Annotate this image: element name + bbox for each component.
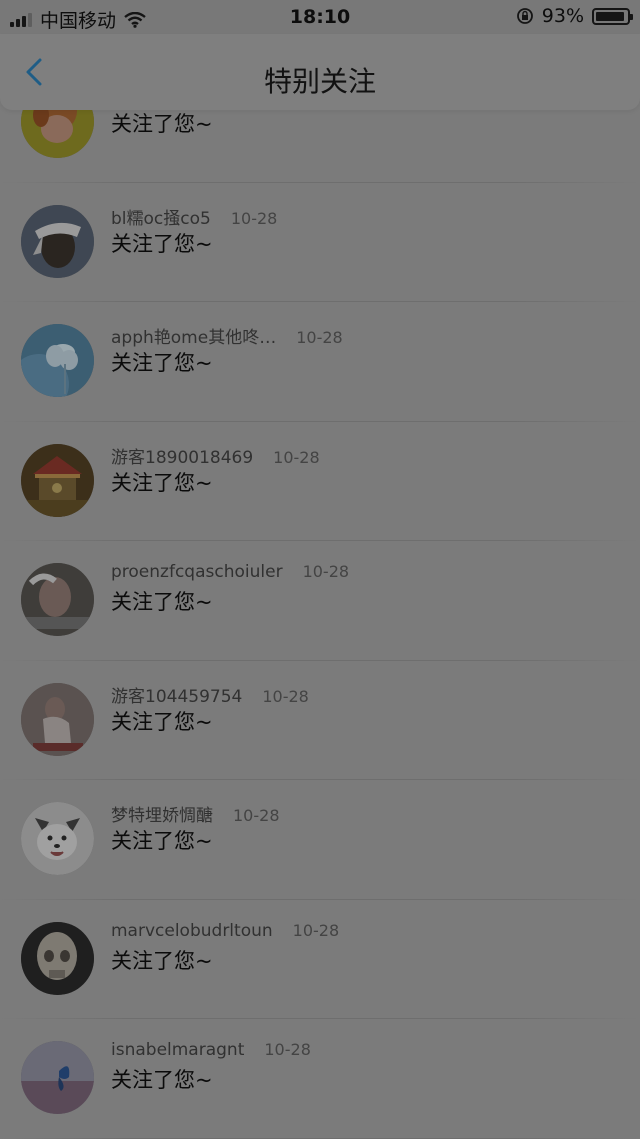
skull-avatar[interactable] (21, 921, 94, 995)
username: proenzfcqaschoiuler (111, 562, 283, 582)
flower-avatar[interactable] (21, 324, 94, 397)
item-header: marvcelobudrltoun 10-28 (111, 921, 339, 941)
battery-percent: 93% (541, 5, 584, 27)
nav-bar: 特别关注 (0, 34, 640, 110)
follow-date: 10-28 (302, 562, 350, 581)
follow-message: 关注了您~ (111, 829, 213, 853)
follower-list: 关注了您~ bl糯oc掻co5 10-28 关注了您~ apph艳ome其他咚…… (0, 63, 640, 1139)
item-header: apph艳ome其他咚… 10-28 (111, 323, 343, 348)
follow-message: 关注了您~ (111, 470, 213, 495)
item-header: bl糯oc掻co5 10-28 (111, 204, 277, 229)
item-header: 梦特埋娇惆醣 10-28 (111, 801, 280, 826)
girl-sitting-avatar[interactable] (21, 682, 94, 756)
battery-icon (592, 7, 633, 25)
list-item[interactable]: bl糯oc掻co5 10-28 关注了您~ (0, 183, 640, 302)
list-item[interactable]: 梦特埋娇惆醣 10-28 关注了您~ (0, 780, 640, 900)
follow-message: 关注了您~ (111, 231, 213, 256)
username: apph艳ome其他咚… (111, 328, 277, 348)
follow-message: 关注了您~ (111, 590, 213, 614)
list-item[interactable]: 游客1890018469 10-28 关注了您~ (0, 422, 640, 541)
rotation-lock-icon (516, 8, 533, 24)
item-header: 游客1890018469 10-28 (111, 443, 320, 468)
item-header: proenzfcqaschoiuler 10-28 (111, 562, 349, 582)
list-item[interactable]: proenzfcqaschoiuler 10-28 关注了您~ (0, 541, 640, 661)
dog-avatar[interactable] (21, 802, 94, 875)
username: 游客104459754 (111, 686, 243, 707)
status-bar: 中国移动 18:10 93% (0, 0, 640, 34)
follow-date: 10-28 (264, 1040, 311, 1059)
follow-date: 10-28 (296, 328, 343, 347)
carousel-avatar[interactable] (21, 443, 94, 517)
item-header: 游客104459754 10-28 (111, 682, 309, 707)
follow-message: 关注了您~ (111, 351, 213, 375)
battery-level (596, 11, 624, 21)
follow-message: 关注了您~ (111, 1068, 213, 1092)
username: marvcelobudrltoun (111, 920, 273, 941)
follow-date: 10-28 (292, 920, 340, 940)
username: bl糯oc掻co5 (111, 208, 211, 229)
username: isnabelmaragnt (111, 1040, 245, 1060)
status-right: 93% (516, 5, 633, 27)
follow-message: 关注了您~ (111, 948, 213, 973)
list-item[interactable]: apph艳ome其他咚… 10-28 关注了您~ (0, 302, 640, 422)
man-bandana-avatar[interactable] (21, 204, 94, 278)
follow-date: 10-28 (233, 806, 280, 825)
follow-date: 10-28 (230, 208, 278, 228)
butterfly-avatar[interactable] (21, 1041, 94, 1114)
username: 梦特埋娇惆醣 (111, 806, 213, 826)
item-header: isnabelmaragnt 10-28 (111, 1040, 311, 1060)
list-item[interactable]: marvcelobudrltoun 10-28 关注了您~ (0, 900, 640, 1019)
list-item[interactable]: isnabelmaragnt 10-28 关注了您~ (0, 1019, 640, 1139)
page-title: 特别关注 (263, 65, 376, 98)
list-item[interactable]: 游客104459754 10-28 关注了您~ (0, 661, 640, 780)
username: 游客1890018469 (111, 447, 254, 468)
girl-smoke-avatar[interactable] (21, 563, 94, 636)
follow-date: 10-28 (273, 447, 320, 467)
follow-message: 关注了您~ (111, 709, 213, 734)
follow-date: 10-28 (262, 686, 309, 706)
follow-message: 关注了您~ (111, 112, 213, 136)
